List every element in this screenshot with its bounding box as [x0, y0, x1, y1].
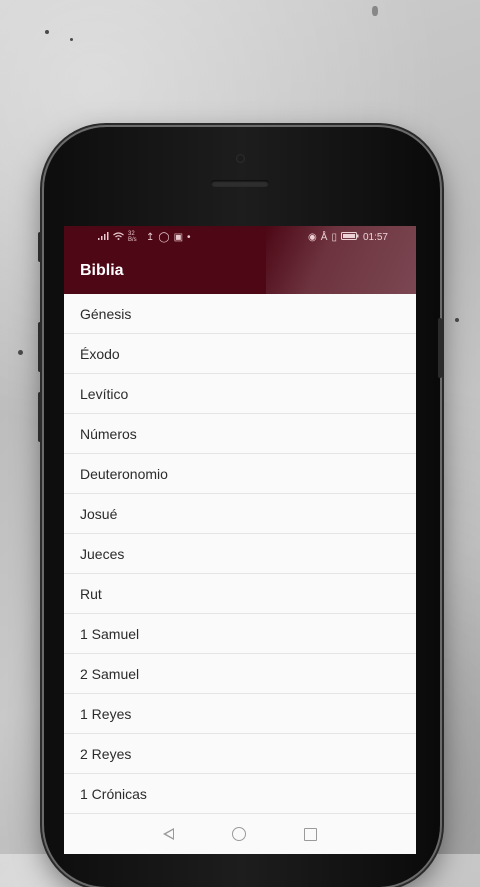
network-speed: 32 B/s: [128, 231, 137, 243]
navigation-bar: [64, 814, 416, 854]
background-speck: [45, 30, 49, 34]
bluetooth-icon: Å: [320, 231, 328, 243]
app-title: Biblia: [80, 262, 124, 279]
recent-apps-icon[interactable]: [304, 827, 317, 841]
status-time: 01:57: [362, 231, 388, 243]
back-icon[interactable]: [163, 828, 174, 840]
wifi-icon: [113, 231, 124, 243]
book-item[interactable]: Levítico: [64, 374, 416, 414]
front-camera-icon: [236, 154, 245, 163]
book-item[interactable]: Génesis: [64, 294, 416, 334]
eye-icon: ◉: [308, 231, 317, 243]
app-bar: Biblia: [64, 248, 416, 294]
background-speck: [70, 38, 73, 41]
dot-icon: •: [187, 231, 191, 243]
status-left-group: 32 B/s ↥ ◯ ▣ •: [98, 231, 191, 243]
image-icon: ▣: [173, 231, 184, 243]
signal-icon: [98, 231, 109, 243]
background-speck: [372, 6, 378, 16]
book-item[interactable]: Rut: [64, 574, 416, 614]
power-button: [438, 318, 442, 378]
background-speck: [18, 350, 23, 355]
volume-up-button: [38, 232, 42, 262]
book-item[interactable]: Números: [64, 414, 416, 454]
book-item[interactable]: Jueces: [64, 534, 416, 574]
device-screen: 32 B/s ↥ ◯ ▣ • ◉ Å ▯ 01:57 Biblia Génesi…: [64, 226, 416, 854]
instagram-icon: ◯: [158, 231, 170, 243]
battery-icon: [340, 231, 359, 243]
home-icon[interactable]: [232, 827, 246, 841]
status-bar: 32 B/s ↥ ◯ ▣ • ◉ Å ▯ 01:57: [64, 226, 416, 248]
mute-switch: [38, 392, 42, 442]
book-item[interactable]: 2 Reyes: [64, 734, 416, 774]
book-list: Génesis Éxodo Levítico Números Deuteronomio J…: [64, 294, 416, 814]
book-item[interactable]: Éxodo: [64, 334, 416, 374]
book-item[interactable]: 1 Crónicas: [64, 774, 416, 814]
book-item[interactable]: Deuteronomio: [64, 454, 416, 494]
book-item[interactable]: Josué: [64, 494, 416, 534]
book-item[interactable]: 1 Samuel: [64, 614, 416, 654]
vibrate-icon: ▯: [331, 231, 337, 243]
upload-icon: ↥: [146, 231, 155, 243]
earpiece: [211, 180, 269, 187]
background-speck: [455, 318, 459, 322]
volume-down-button: [38, 322, 42, 372]
status-right-group: ◉ Å ▯ 01:57: [308, 231, 388, 243]
book-item[interactable]: 1 Reyes: [64, 694, 416, 734]
book-item[interactable]: 2 Samuel: [64, 654, 416, 694]
